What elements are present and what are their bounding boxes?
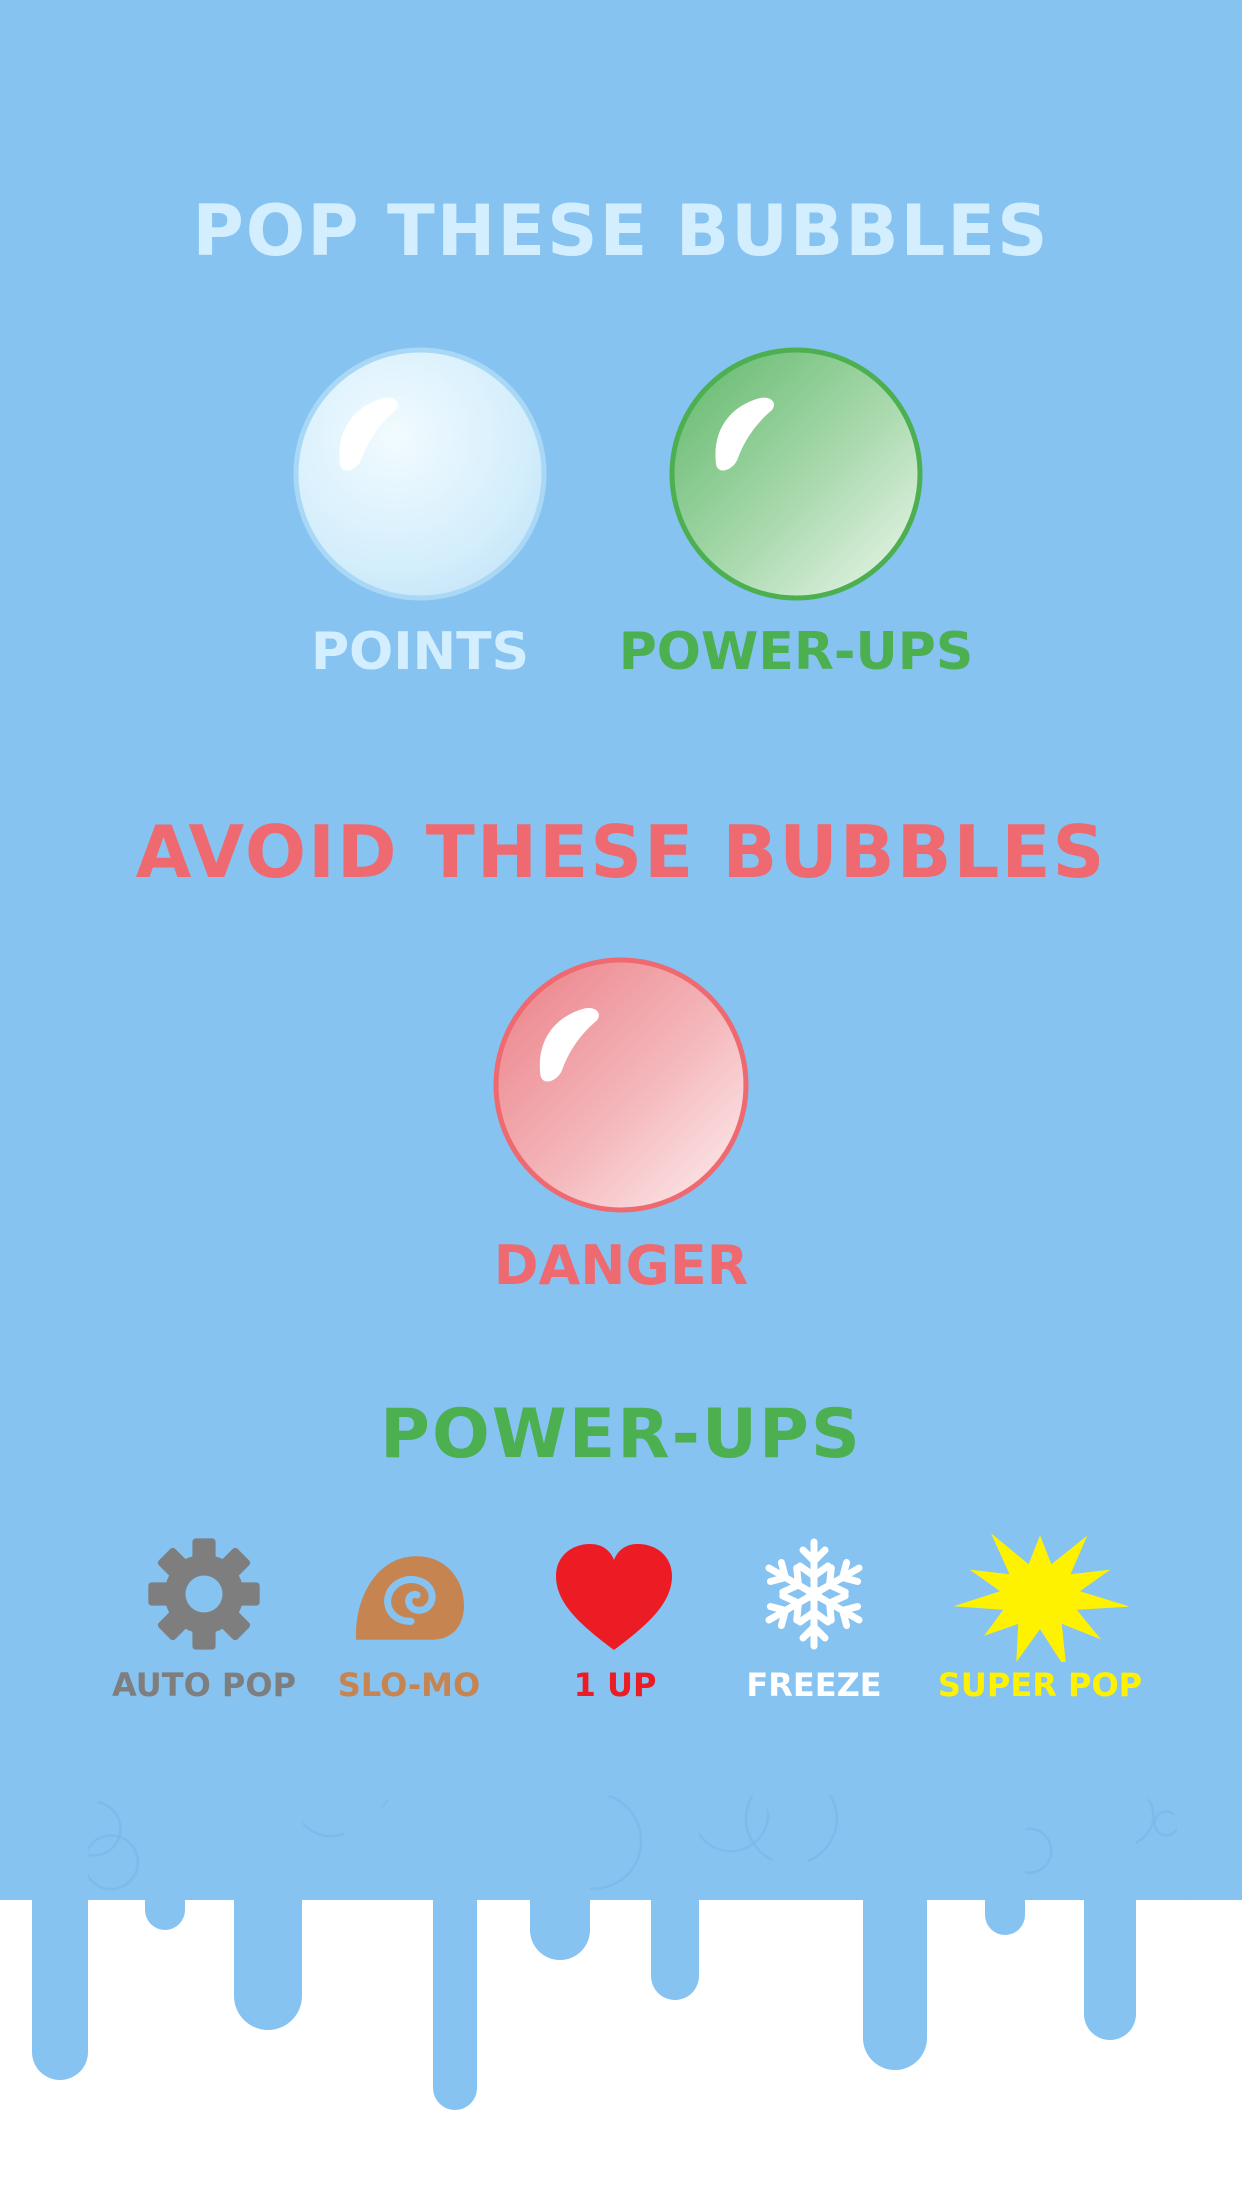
instructions-screen: POP THESE BUBBLES POINTS POWER-UPS AVOID… — [0, 0, 1242, 2208]
avoid-heading: AVOID THESE BUBBLES — [135, 810, 1107, 894]
heart-icon — [556, 1544, 672, 1650]
super-pop-label: SUPER POP — [937, 1666, 1143, 1704]
danger-bubble-icon — [493, 957, 749, 1213]
gear-icon — [148, 1538, 260, 1650]
points-label: POINTS — [310, 622, 530, 682]
snail-shell-icon — [355, 1556, 465, 1640]
snowflake-icon — [765, 1538, 863, 1650]
points-bubble-icon — [293, 347, 547, 601]
auto-pop-label: AUTO POP — [111, 1666, 297, 1704]
freeze-label: FREEZE — [746, 1666, 882, 1704]
one-up-label: 1 UP — [573, 1666, 657, 1704]
power-ups-bubble-icon — [669, 347, 923, 601]
slo-mo-label: SLO-MO — [337, 1666, 481, 1704]
power-ups-heading: POWER-UPS — [380, 1395, 862, 1474]
starburst-icon — [953, 1533, 1128, 1662]
power-ups-label: POWER-UPS — [618, 622, 974, 682]
danger-label: DANGER — [493, 1234, 749, 1297]
pop-heading: POP THESE BUBBLES — [192, 190, 1050, 272]
